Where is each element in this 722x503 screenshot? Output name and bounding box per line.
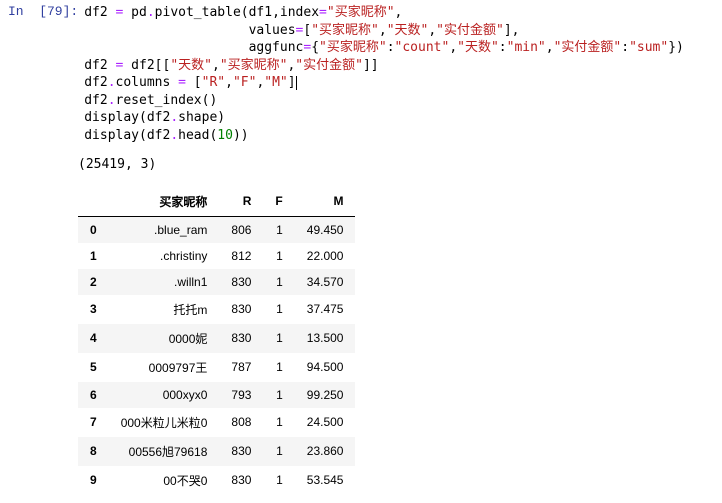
- notebook-cell: In [79]: df2 = pd.pivot_table(df1,index=…: [0, 0, 722, 144]
- cell: 34.570: [295, 269, 356, 295]
- output-shape: (25419, 3): [78, 144, 722, 174]
- table-row: 900不哭0830153.545: [78, 466, 355, 495]
- cell: 24.500: [295, 408, 356, 437]
- cell: 1: [263, 324, 294, 353]
- cell: 830: [219, 269, 263, 295]
- row-index: 0: [78, 216, 109, 243]
- cell: .willn1: [109, 269, 220, 295]
- row-index: 7: [78, 408, 109, 437]
- cell: 0000妮: [109, 324, 220, 353]
- cell: 1: [263, 353, 294, 382]
- table-row: 0.blue_ram806149.450: [78, 216, 355, 243]
- row-index: 1: [78, 243, 109, 269]
- cell: 1: [263, 243, 294, 269]
- cell: .christiny: [109, 243, 220, 269]
- cell: 000米粒儿米粒0: [109, 408, 220, 437]
- col-header: M: [295, 187, 356, 217]
- table-row: 800556旭79618830123.860: [78, 437, 355, 466]
- row-index: 9: [78, 466, 109, 495]
- table-row: 1.christiny812122.000: [78, 243, 355, 269]
- cell: 830: [219, 295, 263, 324]
- table-row: 6000xyx0793199.250: [78, 382, 355, 408]
- col-header: R: [219, 187, 263, 217]
- cell: 1: [263, 295, 294, 324]
- cell: 0009797王: [109, 353, 220, 382]
- cell: 托托m: [109, 295, 220, 324]
- cell: 99.250: [295, 382, 356, 408]
- row-index: 4: [78, 324, 109, 353]
- cell: 812: [219, 243, 263, 269]
- cell: 830: [219, 324, 263, 353]
- table-row: 3托托m830137.475: [78, 295, 355, 324]
- cell: 1: [263, 269, 294, 295]
- row-index: 6: [78, 382, 109, 408]
- cell: 808: [219, 408, 263, 437]
- table-row: 50009797王787194.500: [78, 353, 355, 382]
- code-input[interactable]: df2 = pd.pivot_table(df1,index="买家昵称", v…: [84, 4, 722, 144]
- table-row: 2.willn1830134.570: [78, 269, 355, 295]
- cell: 1: [263, 408, 294, 437]
- input-prompt: In [79]:: [8, 4, 84, 144]
- cell: 830: [219, 437, 263, 466]
- cell: 787: [219, 353, 263, 382]
- row-index: 5: [78, 353, 109, 382]
- cell: 806: [219, 216, 263, 243]
- cell: 1: [263, 382, 294, 408]
- cell: 830: [219, 466, 263, 495]
- cell: 1: [263, 437, 294, 466]
- table-row: 7000米粒儿米粒0808124.500: [78, 408, 355, 437]
- cell: 00不哭0: [109, 466, 220, 495]
- cell: 22.000: [295, 243, 356, 269]
- index-header: [78, 187, 109, 217]
- col-header: 买家昵称: [109, 187, 220, 217]
- text-cursor: [296, 76, 297, 90]
- cell: 94.500: [295, 353, 356, 382]
- cell: 00556旭79618: [109, 437, 220, 466]
- row-index: 3: [78, 295, 109, 324]
- table-row: 40000妮830113.500: [78, 324, 355, 353]
- row-index: 2: [78, 269, 109, 295]
- dataframe-table: 买家昵称 R F M 0.blue_ram806149.4501.christi…: [78, 187, 355, 495]
- cell: 53.545: [295, 466, 356, 495]
- cell: 793: [219, 382, 263, 408]
- cell: 13.500: [295, 324, 356, 353]
- col-header: F: [263, 187, 294, 217]
- cell: 49.450: [295, 216, 356, 243]
- row-index: 8: [78, 437, 109, 466]
- cell: 1: [263, 216, 294, 243]
- dataframe-output: 买家昵称 R F M 0.blue_ram806149.4501.christi…: [78, 175, 722, 503]
- cell: 000xyx0: [109, 382, 220, 408]
- cell: 23.860: [295, 437, 356, 466]
- cell: .blue_ram: [109, 216, 220, 243]
- cell: 37.475: [295, 295, 356, 324]
- cell: 1: [263, 466, 294, 495]
